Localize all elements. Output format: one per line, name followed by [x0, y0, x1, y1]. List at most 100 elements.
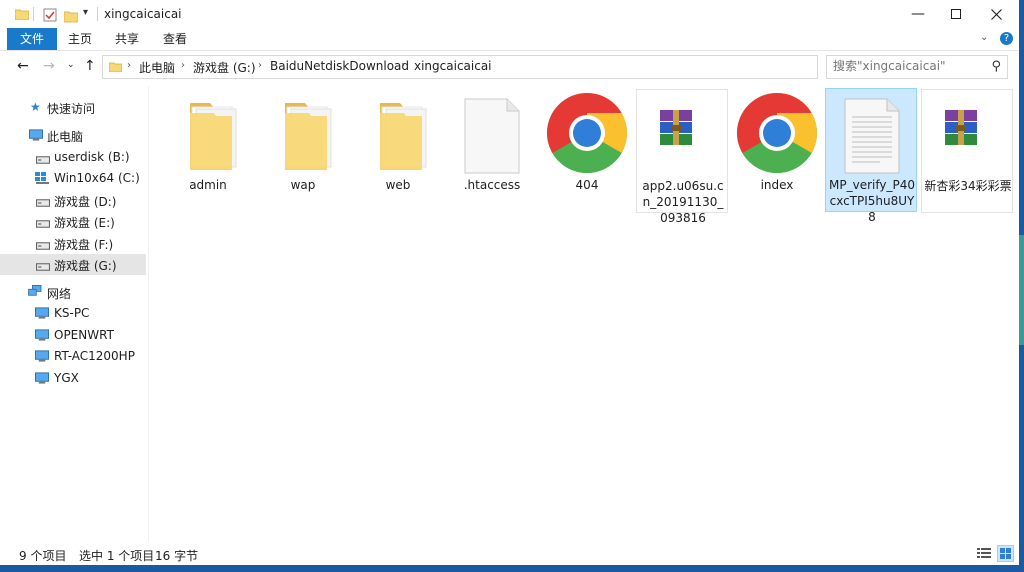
ribbon-tabs: 文件 主页 共享 查看 ⌄ ?	[0, 28, 1019, 51]
sidebar-item-label: 游戏盘 (G:)	[54, 259, 117, 273]
sidebar-item-drive-f[interactable]: 游戏盘 (F:)	[0, 233, 146, 254]
close-button[interactable]	[973, 0, 1019, 28]
file-item-404[interactable]: 404	[541, 89, 633, 213]
sidebar-item-this-pc[interactable]: 此电脑	[0, 125, 146, 146]
sidebar-item-network[interactable]: 网络	[0, 282, 146, 303]
status-size: 16 字节	[155, 549, 199, 563]
sidebar-item-rt-ac1200hp[interactable]: RT-AC1200HP	[0, 346, 146, 367]
large-icons-view-icon[interactable]	[997, 545, 1014, 562]
sidebar-item-drive-b[interactable]: userdisk (B:)	[0, 147, 146, 168]
file-name: wap	[290, 178, 316, 192]
file-item-wap[interactable]: wap	[257, 89, 349, 213]
breadcrumb-current-folder[interactable]: xingcaicaicai	[414, 59, 492, 73]
sidebar-item-drive-e[interactable]: 游戏盘 (E:)	[0, 211, 146, 232]
navigation-pane: ★ 快速访问 此电脑 userdisk (B:) Win10x64 (C:) 游…	[0, 86, 146, 541]
drive-icon	[36, 263, 50, 271]
status-item-count: 9 个项目	[19, 549, 67, 563]
file-list: admin wap web .htaccess 404 app2.u06su.c…	[150, 86, 1015, 541]
divider	[97, 7, 98, 21]
status-selection: 选中 1 个项目	[79, 549, 155, 563]
divider	[33, 7, 34, 21]
computer-icon	[29, 129, 43, 141]
status-bar: 9 个项目 选中 1 个项目 16 字节	[0, 543, 1019, 565]
folder-icon	[15, 9, 29, 20]
sidebar-item-label: Win10x64 (C:)	[54, 171, 140, 185]
folder-icon	[285, 103, 332, 170]
sidebar-item-label: userdisk (B:)	[54, 150, 130, 164]
expand-ribbon-icon[interactable]: ⌄	[980, 32, 988, 43]
file-name: index	[760, 178, 794, 192]
computer-icon	[35, 307, 49, 319]
tab-view[interactable]: 查看	[157, 28, 193, 50]
computer-icon	[35, 329, 49, 341]
sidebar-item-label: 游戏盘 (F:)	[54, 238, 114, 252]
folder-icon	[380, 103, 427, 170]
folder-icon	[190, 103, 237, 170]
drive-icon	[36, 220, 50, 228]
sidebar-item-openwrt[interactable]: OPENWRT	[0, 325, 146, 346]
sidebar-item-label: 网络	[47, 287, 72, 301]
sidebar-item-label: 此电脑	[47, 130, 84, 144]
title-bar: ▾ xingcaicaicai —	[0, 0, 1019, 28]
breadcrumb-this-pc[interactable]: 此电脑	[139, 59, 175, 76]
sidebar-item-label: RT-AC1200HP	[54, 349, 135, 363]
file-item-xcc-archive[interactable]: 新杏彩34彩彩票	[921, 89, 1013, 213]
address-bar[interactable]: › 此电脑 › 游戏盘 (G:) › BaiduNetdiskDownload …	[102, 55, 915, 79]
folder-icon	[109, 62, 122, 72]
breadcrumb-drive-g[interactable]: 游戏盘 (G:)	[193, 59, 256, 76]
close-icon	[990, 8, 1002, 20]
file-name: .htaccess	[463, 178, 521, 192]
sidebar-item-drive-c[interactable]: Win10x64 (C:)	[0, 168, 146, 189]
breadcrumb-separator-icon: ›	[181, 60, 185, 71]
forward-arrow-icon[interactable]: →	[43, 58, 55, 74]
minimize-icon: —	[911, 6, 925, 22]
sidebar-item-label: KS-PC	[54, 306, 90, 320]
details-view-icon[interactable]	[977, 547, 991, 560]
new-folder-icon[interactable]	[64, 8, 78, 24]
sidebar-item-quick-access[interactable]: ★ 快速访问	[0, 97, 146, 118]
properties-icon[interactable]	[43, 7, 57, 23]
search-box[interactable]: ⚲	[826, 55, 1008, 79]
customize-toolbar-dropdown-icon[interactable]: ▾	[83, 7, 88, 23]
text-file-icon	[844, 98, 900, 174]
sidebar-item-label: OPENWRT	[54, 328, 114, 342]
file-item-app2-archive[interactable]: app2.u06su.cn_20191130_093816	[636, 89, 728, 225]
tab-share[interactable]: 共享	[109, 28, 145, 50]
pane-divider[interactable]	[148, 86, 149, 541]
window-frame	[0, 565, 1019, 572]
chrome-icon	[737, 93, 817, 173]
file-name: 404	[575, 178, 599, 192]
file-item-mp-verify[interactable]: MP_verify_P40cxcTPI5hu8UY8	[825, 88, 917, 224]
breadcrumb-separator-icon: ›	[258, 60, 262, 71]
star-icon: ★	[30, 100, 41, 114]
search-icon[interactable]: ⚲	[991, 59, 1001, 74]
file-item-web[interactable]: web	[352, 89, 444, 213]
file-name: app2.u06su.cn_20191130_093816	[642, 179, 724, 225]
file-item-admin[interactable]: admin	[162, 89, 254, 213]
file-name: admin	[189, 178, 227, 192]
maximize-icon	[951, 9, 961, 19]
breadcrumb-baidunetdisk[interactable]: BaiduNetdiskDownload	[270, 59, 409, 73]
sidebar-item-label: 游戏盘 (E:)	[54, 216, 115, 230]
drive-icon	[36, 199, 50, 207]
back-arrow-icon[interactable]: ←	[17, 58, 29, 74]
up-arrow-icon[interactable]: ↑	[84, 58, 96, 74]
file-item-htaccess[interactable]: .htaccess	[446, 89, 538, 213]
winrar-archive-icon	[660, 110, 692, 145]
recent-locations-icon[interactable]: ⌄	[67, 60, 75, 70]
blank-file-icon	[464, 98, 520, 174]
sidebar-item-drive-d[interactable]: 游戏盘 (D:)	[0, 190, 146, 211]
sidebar-item-ks-pc[interactable]: KS-PC	[0, 303, 146, 324]
content-scrollbar[interactable]	[1012, 86, 1018, 541]
drive-icon	[36, 242, 50, 250]
tab-file[interactable]: 文件	[7, 28, 57, 50]
file-name: 新杏彩34彩彩票	[924, 179, 1012, 193]
help-icon[interactable]: ?	[1000, 32, 1013, 45]
computer-icon	[35, 372, 49, 384]
search-input[interactable]	[833, 59, 983, 73]
sidebar-item-drive-g[interactable]: 游戏盘 (G:)	[0, 254, 146, 275]
sidebar-item-label: 游戏盘 (D:)	[54, 195, 117, 209]
file-item-index[interactable]: index	[731, 89, 823, 213]
tab-home[interactable]: 主页	[62, 28, 98, 50]
sidebar-item-ygx[interactable]: YGX	[0, 368, 146, 389]
